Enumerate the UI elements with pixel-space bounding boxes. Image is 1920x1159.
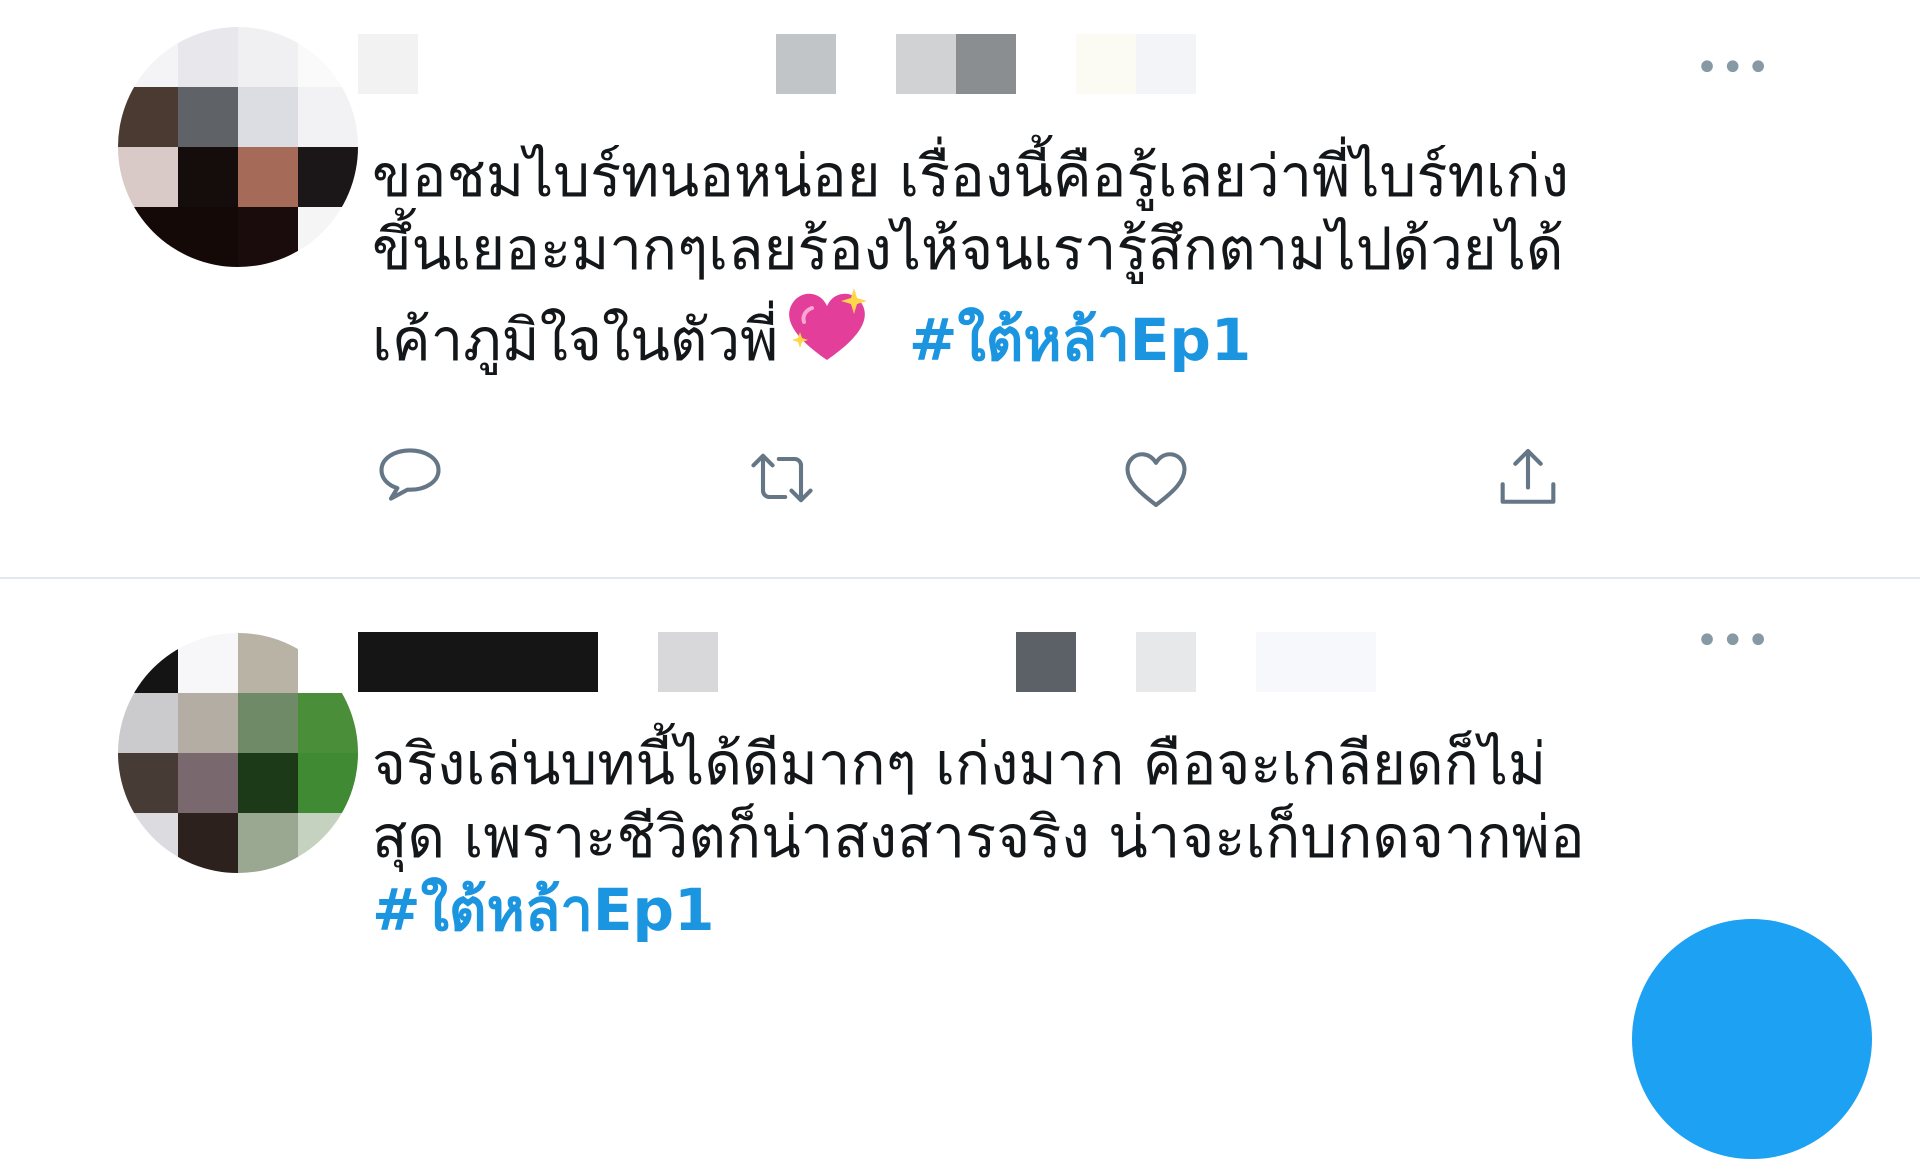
tweet-text-line: เค้าภูมิใจในตัวพี่ <box>372 306 779 374</box>
tweet-text-line: ขอชมไบร์ทนอหน่อย เรื่องนี้คือรู้เลยว่าพี… <box>372 142 1569 210</box>
more-horizontal-icon[interactable]: ••• <box>1695 48 1772 88</box>
like-icon[interactable] <box>1118 440 1194 516</box>
tweet-text-line: ขึ้นเยอะมากๆเลยร้องไห้จนเรารู้สึกตามไปด้… <box>372 215 1564 283</box>
avatar[interactable] <box>118 633 358 873</box>
compose-tweet-button[interactable] <box>1632 919 1872 1159</box>
tweet-text: ขอชมไบร์ทนอหน่อย เรื่องนี้คือรู้เลยว่าพี… <box>372 140 1792 383</box>
tweet-actions <box>372 440 1592 510</box>
retweet-icon[interactable] <box>744 440 820 516</box>
hashtag-link[interactable]: #ใต้หล้าEp1 <box>909 306 1251 374</box>
sparkling-heart-icon <box>782 286 872 383</box>
tweet[interactable]: ••• ขอชมไบร์ทนอหน่อย เรื่องนี้คือรู้เลยว… <box>0 0 1920 578</box>
tweet-text-line: สุด เพราะชีวิตก็น่าสงสารจริง น่าจะเก็บกด… <box>372 803 1585 871</box>
tweet-text: จริงเล่นบทนี้ได้ดีมากๆ เก่งมาก คือจะเกลี… <box>372 728 1792 947</box>
tweet-text-line: จริงเล่นบทนี้ได้ดีมากๆ เก่งมาก คือจะเกลี… <box>372 730 1547 798</box>
share-icon[interactable] <box>1490 440 1566 516</box>
reply-icon[interactable] <box>372 440 448 516</box>
tweet[interactable]: ••• จริงเล่นบทนี้ได้ดีมากๆ เก่งมาก คือจะ… <box>0 579 1920 1159</box>
avatar[interactable] <box>118 27 358 267</box>
more-horizontal-icon[interactable]: ••• <box>1695 621 1772 661</box>
hashtag-link[interactable]: #ใต้หล้าEp1 <box>372 876 714 944</box>
